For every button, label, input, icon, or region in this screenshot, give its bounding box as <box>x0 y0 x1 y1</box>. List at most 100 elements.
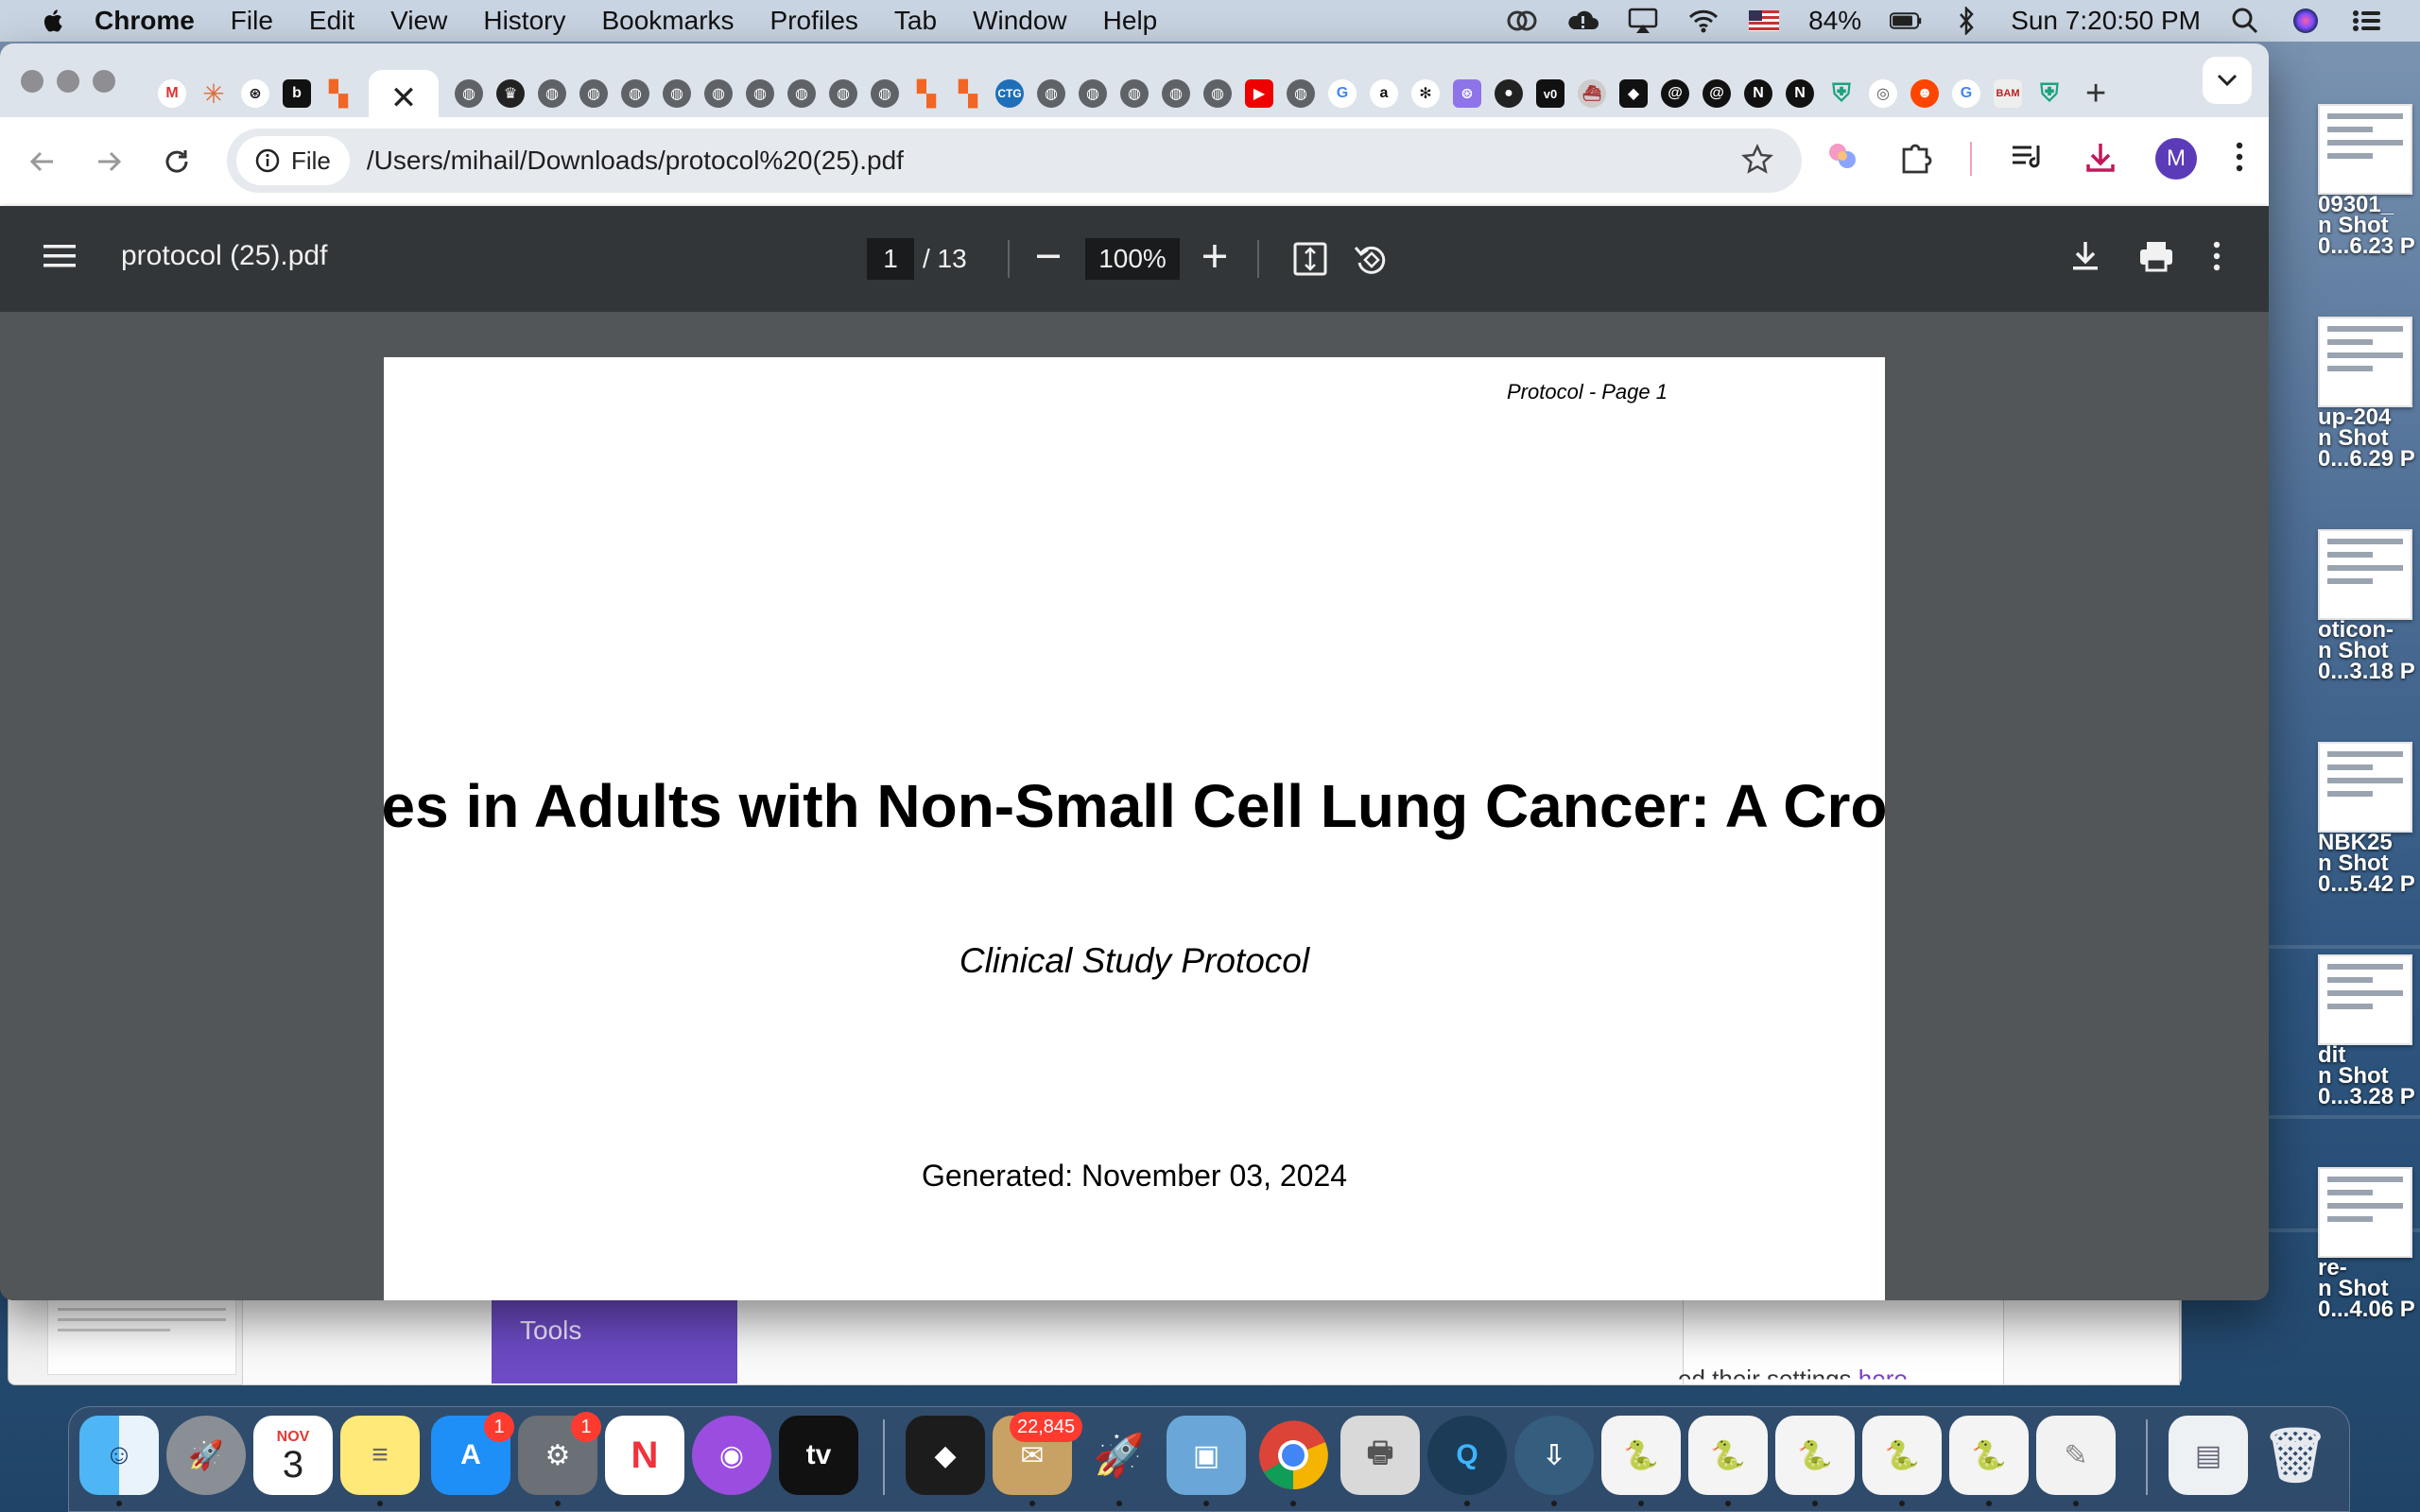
menu-tab[interactable]: Tab <box>894 6 937 36</box>
claude-tab-icon[interactable]: ✳ <box>199 79 228 109</box>
crown-tab-icon[interactable]: ♛ <box>496 79 525 108</box>
orange-blocks-tab-icon[interactable]: ▚ <box>912 79 941 108</box>
close-tab-icon[interactable]: ✕ <box>390 79 418 117</box>
airplay-icon[interactable] <box>1627 7 1659 35</box>
globe-tab-icon[interactable]: ◍ <box>538 79 566 108</box>
downloads-icon[interactable] <box>2083 140 2118 179</box>
calendar-icon[interactable]: NOV 3 <box>253 1416 333 1495</box>
desktop-screenshot-file[interactable]: re- n Shot 0...4.06 P <box>2318 1167 2420 1320</box>
globe-tab-icon[interactable]: ◍ <box>1162 79 1190 108</box>
us-flag-input-icon[interactable] <box>1748 7 1780 35</box>
preview-icon[interactable]: ▣ <box>1167 1416 1246 1495</box>
battery-icon[interactable] <box>1890 7 1922 35</box>
notion-tab-icon[interactable]: N <box>1744 79 1772 108</box>
menu-app-name[interactable]: Chrome <box>95 6 195 36</box>
globe-tab-icon[interactable]: ◍ <box>1287 79 1315 108</box>
python-launcher-icon[interactable]: 🐍 <box>1601 1416 1681 1495</box>
google-tab-icon[interactable]: G <box>1952 79 1980 108</box>
notes-icon[interactable]: ≡ <box>340 1416 420 1495</box>
amazon-tab-icon[interactable]: a <box>1370 79 1398 108</box>
globe-tab-icon[interactable]: ◍ <box>1120 79 1149 108</box>
close-window-button[interactable] <box>21 70 43 93</box>
downloads-stack-icon[interactable]: ▤ <box>2169 1416 2248 1495</box>
desktop-screenshot-file[interactable]: oticon- n Shot 0...3.18 P <box>2318 529 2420 682</box>
disk-utility-icon[interactable]: ⇩ <box>1514 1416 1594 1495</box>
menu-bookmarks[interactable]: Bookmarks <box>601 6 734 36</box>
control-center-icon[interactable] <box>2350 7 2382 35</box>
spotlight-search-icon[interactable] <box>2229 7 2261 35</box>
google-tab-icon[interactable]: G <box>1328 79 1357 108</box>
shield-tab-icon[interactable]: ⛨ <box>1827 78 1856 108</box>
cube-app-icon[interactable]: ◆ <box>906 1416 985 1495</box>
globe-tab-icon[interactable]: ◍ <box>829 79 857 108</box>
pdf-download-icon[interactable] <box>2070 240 2100 277</box>
desktop-screenshot-file[interactable]: up-204 n Shot 0...6.29 P <box>2318 317 2420 470</box>
python-launcher-icon[interactable]: 🐍 <box>1775 1416 1855 1495</box>
menu-help[interactable]: Help <box>1103 6 1158 36</box>
openai-tab-icon[interactable]: ⊛ <box>241 79 269 108</box>
menu-view[interactable]: View <box>390 6 447 36</box>
pdf-viewport[interactable]: Protocol - Page 1 es in Adults with Non-… <box>0 312 2269 1300</box>
chrome-menu-icon[interactable] <box>2235 141 2244 178</box>
threads-tab-icon[interactable]: @ <box>1703 79 1731 108</box>
back-button[interactable] <box>23 142 62 181</box>
new-tab-button[interactable]: + <box>2085 74 2106 114</box>
siri-icon[interactable] <box>2290 7 2322 35</box>
globe-tab-icon[interactable]: ◍ <box>871 79 899 108</box>
orange-blocks-tab-icon[interactable]: ▚ <box>324 79 353 108</box>
menu-profiles[interactable]: Profiles <box>770 6 858 36</box>
quicktime-icon[interactable]: Q <box>1427 1416 1507 1495</box>
fit-to-page-icon[interactable] <box>1291 240 1329 283</box>
url-text[interactable]: /Users/mihail/Downloads/protocol%20(25).… <box>367 146 904 176</box>
ctg-tab-icon[interactable]: CTG <box>995 79 1024 108</box>
icloud-alert-icon[interactable] <box>1566 7 1599 35</box>
chrome-tab-icon[interactable]: ◎ <box>1869 79 1897 108</box>
reload-button[interactable] <box>157 142 197 181</box>
forward-button[interactable] <box>89 142 129 181</box>
podcasts-icon[interactable]: ◉ <box>692 1416 771 1495</box>
python-launcher-icon[interactable]: 🐍 <box>1688 1416 1768 1495</box>
minimize-window-button[interactable] <box>57 70 79 93</box>
text-edit-icon[interactable]: ✎ <box>2036 1416 2116 1495</box>
news-icon[interactable]: N <box>605 1416 684 1495</box>
gmail-tab-icon[interactable]: M <box>158 79 186 108</box>
chatgpt-purple-tab-icon[interactable]: ⊛ <box>1453 79 1481 108</box>
rotate-counterclockwise-icon[interactable] <box>1352 240 1390 283</box>
profile-avatar[interactable]: M <box>2155 138 2197 180</box>
zoom-out-button[interactable] <box>1034 242 1063 275</box>
reddit-tab-icon[interactable]: ☻ <box>1910 79 1939 108</box>
zoom-in-button[interactable] <box>1201 242 1229 275</box>
python-launcher-icon[interactable]: 🐍 <box>1949 1416 2029 1495</box>
menu-edit[interactable]: Edit <box>309 6 354 36</box>
apple-menu-icon[interactable] <box>40 7 68 35</box>
ship-tab-icon[interactable]: ⛴ <box>1578 79 1606 108</box>
extensions-puzzle-icon[interactable] <box>1898 140 1932 179</box>
menu-history[interactable]: History <box>483 6 565 36</box>
shield-tab-icon[interactable]: ⛨ <box>2035 78 2064 108</box>
youtube-tab-icon[interactable]: ▶ <box>1245 79 1273 108</box>
python-launcher-icon[interactable]: 🐍 <box>1862 1416 1942 1495</box>
github-tab-icon[interactable]: ● <box>1495 79 1523 108</box>
globe-tab-icon[interactable]: ◍ <box>621 79 649 108</box>
page-number-input[interactable]: 1 <box>867 238 914 280</box>
globe-tab-icon[interactable]: ◍ <box>704 79 733 108</box>
globe-tab-icon[interactable]: ◍ <box>579 79 608 108</box>
chrome-dock-icon[interactable] <box>1253 1416 1333 1495</box>
launchpad-icon[interactable]: 🚀 <box>166 1416 246 1495</box>
rocket-app-icon[interactable]: 🚀 <box>1080 1416 1159 1495</box>
copilot-extension-icon[interactable] <box>1824 139 1860 180</box>
globe-tab-icon[interactable]: ◍ <box>455 79 483 108</box>
printer-info-icon[interactable]: 🖶 <box>1340 1416 1420 1495</box>
orange-blocks-tab-icon[interactable]: ▚ <box>954 79 982 108</box>
apple-tv-icon[interactable]: tv <box>779 1416 858 1495</box>
bluetooth-icon[interactable] <box>1950 7 1982 35</box>
desktop-screenshot-file[interactable]: NBK25 n Shot 0...5.42 P <box>2318 742 2420 895</box>
globe-tab-icon[interactable]: ◍ <box>1037 79 1065 108</box>
tab-search-button[interactable] <box>2203 57 2252 104</box>
creative-cloud-icon[interactable] <box>1506 7 1538 35</box>
globe-tab-icon[interactable]: ◍ <box>787 79 816 108</box>
desktop-screenshot-file[interactable]: dit n Shot 0...3.28 P <box>2318 954 2420 1108</box>
globe-tab-icon[interactable]: ◍ <box>746 79 774 108</box>
perplexity-tab-icon[interactable]: ✻ <box>1411 79 1440 108</box>
notion-tab-icon[interactable]: N <box>1786 79 1814 108</box>
